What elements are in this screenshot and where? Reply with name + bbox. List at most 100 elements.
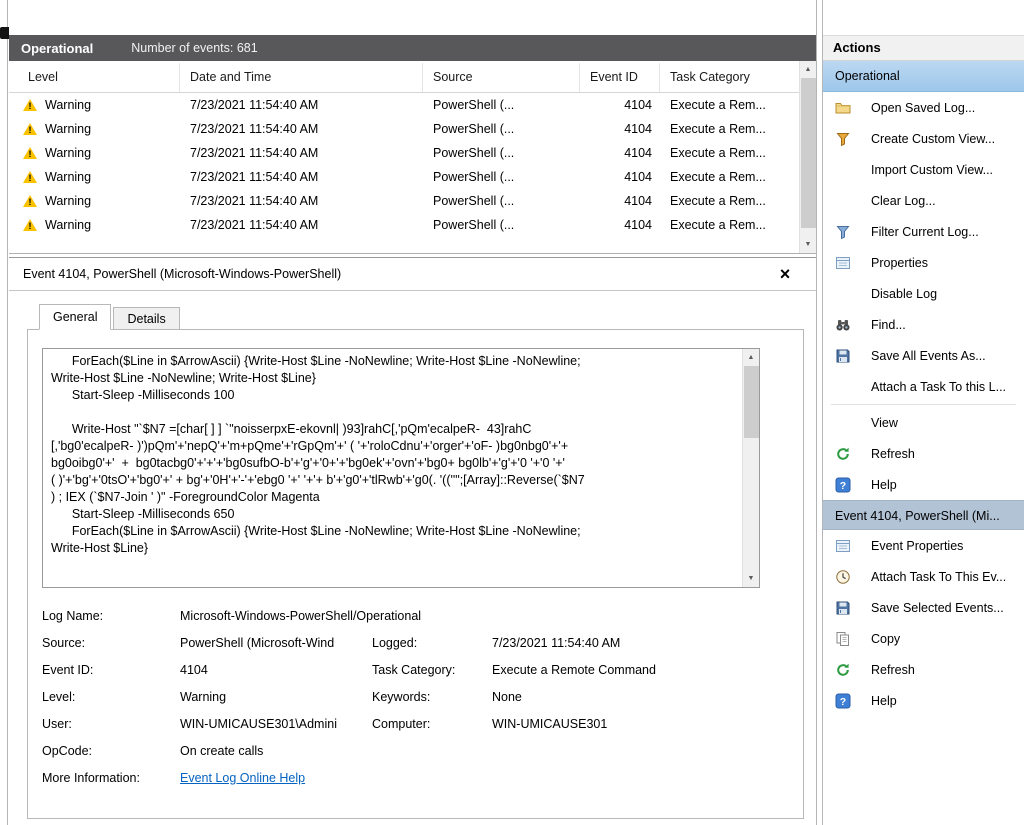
detail-value: Execute a Remote Command: [492, 663, 783, 677]
event-row[interactable]: !Warning7/23/2021 11:54:40 AMPowerShell …: [9, 117, 799, 141]
level-text: Warning: [45, 170, 91, 184]
column-header-level[interactable]: Level: [9, 63, 180, 92]
action-item-label: Refresh: [871, 663, 915, 677]
action-item-help[interactable]: ? Help: [823, 685, 1024, 716]
message-scrollbar[interactable]: ▲ ▼: [742, 349, 759, 587]
action-item-filter-current-log[interactable]: Filter Current Log...: [823, 216, 1024, 247]
actions-pane: Actions OperationalOpen Saved Log...Crea…: [822, 0, 1024, 825]
action-item-properties[interactable]: Properties: [823, 247, 1024, 278]
scroll-down-button[interactable]: ▼: [800, 236, 816, 253]
general-tab-panel: ForEach($Line in $ArrowAscii) {Write-Hos…: [27, 329, 804, 819]
action-item-copy[interactable]: Copy: [823, 623, 1024, 654]
event-id-cell: 4104: [580, 170, 660, 184]
scrollbar-thumb[interactable]: [801, 78, 816, 228]
action-item-help[interactable]: ? Help: [823, 469, 1024, 500]
action-item-attach-task-to-this-ev[interactable]: Attach Task To This Ev...: [823, 561, 1024, 592]
action-item-label: Copy: [871, 632, 900, 646]
action-item-save-selected-events[interactable]: Save Selected Events...: [823, 592, 1024, 623]
help-icon: ?: [835, 477, 851, 493]
column-header-event-id[interactable]: Event ID: [580, 63, 660, 92]
warning-icon: !: [23, 171, 37, 183]
scroll-up-button[interactable]: ▲: [743, 349, 759, 366]
datetime-cell: 7/23/2021 11:54:40 AM: [180, 218, 423, 232]
detail-label: OpCode:: [42, 744, 180, 758]
tab-details[interactable]: Details: [113, 307, 179, 330]
action-item-label: Import Custom View...: [871, 163, 993, 177]
svg-text:?: ?: [840, 696, 846, 708]
floppy-icon: [835, 600, 851, 616]
source-cell: PowerShell (...: [423, 194, 580, 208]
event-list-scrollbar[interactable]: ▲ ▼: [799, 61, 816, 253]
detail-label: Logged:: [372, 636, 492, 650]
column-header-task-category[interactable]: Task Category: [660, 63, 799, 92]
action-item-label: Open Saved Log...: [871, 101, 975, 115]
action-item-open-saved-log[interactable]: Open Saved Log...: [823, 92, 1024, 123]
event-row[interactable]: !Warning7/23/2021 11:54:40 AMPowerShell …: [9, 141, 799, 165]
column-header-date-and-time[interactable]: Date and Time: [180, 63, 423, 92]
datetime-cell: 7/23/2021 11:54:40 AM: [180, 194, 423, 208]
action-item-label: Save All Events As...: [871, 349, 986, 363]
no-icon: [835, 193, 851, 209]
warning-icon: !: [23, 147, 37, 159]
action-item-create-custom-view[interactable]: Create Custom View...: [823, 123, 1024, 154]
action-item-label: Refresh: [871, 447, 915, 461]
event-message-box[interactable]: ForEach($Line in $ArrowAscii) {Write-Hos…: [42, 348, 760, 588]
event-viewer-window: Operational Number of events: 681 Level …: [0, 0, 1024, 825]
detail-label: More Information:: [42, 771, 180, 785]
close-icon[interactable]: ×: [774, 262, 796, 286]
properties-icon: [835, 255, 851, 271]
action-item-label: Help: [871, 478, 897, 492]
action-item-save-all-events-as[interactable]: Save All Events As...: [823, 340, 1024, 371]
action-item-attach-a-task-to-this-l[interactable]: Attach a Task To this L...: [823, 371, 1024, 402]
task-category-cell: Execute a Rem...: [660, 98, 799, 112]
action-item-label: Help: [871, 694, 897, 708]
datetime-cell: 7/23/2021 11:54:40 AM: [180, 122, 423, 136]
scrollbar-thumb[interactable]: [744, 366, 759, 438]
task-category-cell: Execute a Rem...: [660, 146, 799, 160]
task-category-cell: Execute a Rem...: [660, 170, 799, 184]
scroll-down-button[interactable]: ▼: [743, 570, 759, 587]
tab-general[interactable]: General: [39, 304, 111, 330]
detail-label: Task Category:: [372, 663, 492, 677]
detail-value: 4104: [180, 663, 372, 677]
level-text: Warning: [45, 98, 91, 112]
event-row[interactable]: !Warning7/23/2021 11:54:40 AMPowerShell …: [9, 189, 799, 213]
warning-icon: !: [23, 219, 37, 231]
event-message-text: ForEach($Line in $ArrowAscii) {Write-Hos…: [43, 349, 742, 587]
event-log-online-help-link[interactable]: Event Log Online Help: [180, 771, 305, 785]
events-list-header: Operational Number of events: 681: [9, 35, 816, 61]
event-row[interactable]: !Warning7/23/2021 11:54:40 AMPowerShell …: [9, 165, 799, 189]
source-cell: PowerShell (...: [423, 122, 580, 136]
task-category-cell: Execute a Rem...: [660, 194, 799, 208]
action-item-clear-log[interactable]: Clear Log...: [823, 185, 1024, 216]
action-item-refresh[interactable]: Refresh: [823, 438, 1024, 469]
action-item-disable-log[interactable]: Disable Log: [823, 278, 1024, 309]
action-item-label: Clear Log...: [871, 194, 936, 208]
action-item-label: Find...: [871, 318, 906, 332]
detail-value: Microsoft-Windows-PowerShell/Operational: [180, 609, 783, 623]
action-item-view[interactable]: View: [823, 407, 1024, 438]
create-view-icon: [835, 131, 851, 147]
detail-label: User:: [42, 717, 180, 731]
action-item-find[interactable]: Find...: [823, 309, 1024, 340]
no-icon: [835, 162, 851, 178]
no-icon: [835, 415, 851, 431]
actions-group-header-operational[interactable]: Operational: [823, 61, 1024, 92]
column-header-source[interactable]: Source: [423, 63, 580, 92]
event-detail-title: Event 4104, PowerShell (Microsoft-Window…: [23, 258, 341, 291]
action-item-import-custom-view[interactable]: Import Custom View...: [823, 154, 1024, 185]
task-category-cell: Execute a Rem...: [660, 122, 799, 136]
action-item-label: Save Selected Events...: [871, 601, 1004, 615]
event-row[interactable]: !Warning7/23/2021 11:54:40 AMPowerShell …: [9, 213, 799, 237]
event-details: Log Name: Microsoft-Windows-PowerShell/O…: [42, 602, 783, 791]
action-item-refresh[interactable]: Refresh: [823, 654, 1024, 685]
event-rows: !Warning7/23/2021 11:54:40 AMPowerShell …: [9, 93, 816, 237]
actions-group-header-event-4104-powershell-mi[interactable]: Event 4104, PowerShell (Mi...: [823, 500, 1024, 530]
detail-value: Event Log Online Help: [180, 771, 783, 785]
scroll-up-button[interactable]: ▲: [800, 61, 816, 78]
action-item-event-properties[interactable]: Event Properties: [823, 530, 1024, 561]
no-icon: [835, 379, 851, 395]
event-row[interactable]: !Warning7/23/2021 11:54:40 AMPowerShell …: [9, 93, 799, 117]
filter-icon: [835, 224, 851, 240]
datetime-cell: 7/23/2021 11:54:40 AM: [180, 170, 423, 184]
